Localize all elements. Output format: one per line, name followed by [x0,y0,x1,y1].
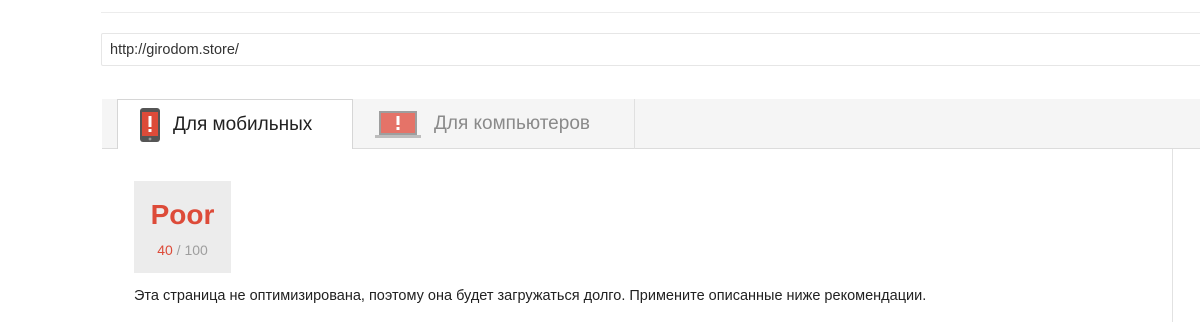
tab-desktop[interactable]: Для компьютеров [353,99,635,149]
top-divider [101,12,1200,13]
score-separator: / [176,242,181,258]
score-summary: Эта страница не оптимизирована, поэтому … [134,288,927,304]
mobile-phone-warning-icon [140,107,160,142]
content-right-border [1172,149,1173,322]
score-line: 40 / 100 [134,242,231,258]
tab-desktop-label: Для компьютеров [434,113,590,134]
tab-mobile-label: Для мобильных [173,113,313,135]
device-tabs: Для мобильных Для компьютеров [102,99,1200,149]
url-input[interactable] [101,33,1200,66]
score-badge: Poor 40 / 100 [134,181,231,273]
score-value: 40 [157,242,173,258]
laptop-warning-icon [375,107,421,141]
score-max: 100 [184,242,208,258]
tab-mobile[interactable]: Для мобильных [117,99,353,149]
score-rating: Poor [150,199,215,230]
pagespeed-page: Для мобильных Для компьютеров Poor 40 / … [0,0,1200,322]
